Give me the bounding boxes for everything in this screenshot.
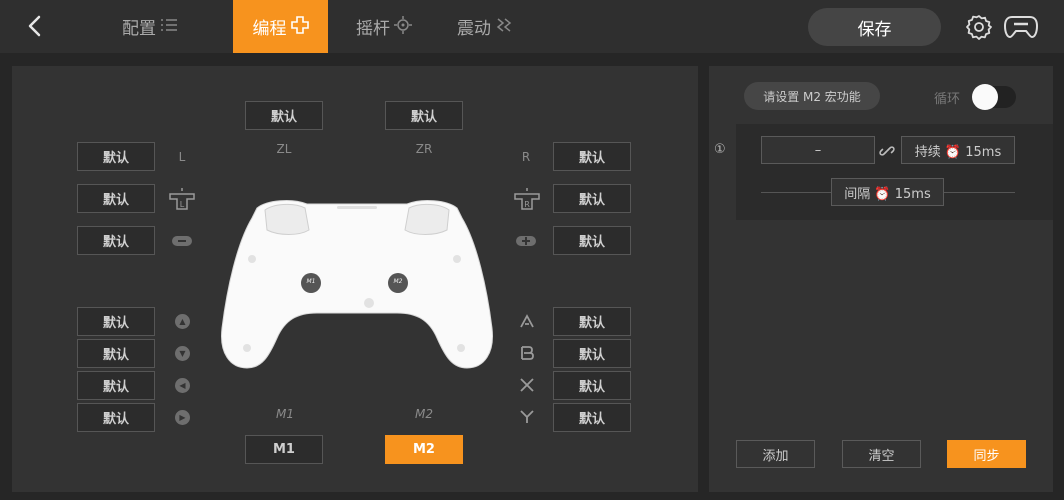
interval-button[interactable]: 间隔 ⏰ 15ms	[831, 178, 944, 206]
dpad-left-mapping-button[interactable]: 默认	[77, 371, 155, 400]
zr-label: ZR	[415, 142, 433, 156]
list-icon	[160, 18, 178, 36]
zl-label: ZL	[276, 142, 292, 156]
tab-vibration-label: 震动	[457, 19, 491, 39]
dpad-up-mapping-button[interactable]: 默认	[77, 307, 155, 336]
m2-label: M2	[415, 407, 433, 421]
plus-mapping-button[interactable]: 默认	[553, 226, 631, 255]
y-mapping-button[interactable]: 默认	[553, 403, 631, 432]
zl-mapping-button[interactable]: 默认	[245, 101, 323, 130]
vibration-icon	[495, 17, 513, 37]
svg-text:L: L	[180, 200, 185, 209]
l-mapping-button[interactable]: 默认	[77, 142, 155, 171]
l-stick-mapping-button[interactable]: 默认	[77, 184, 155, 213]
r-stick-mapping-button[interactable]: 默认	[553, 184, 631, 213]
macro-panel: 请设置 M2 宏功能 循环 ① – 持续 ⏰ 15ms 间隔 ⏰ 15ms 添加…	[709, 66, 1053, 492]
x-mapping-button[interactable]: 默认	[553, 371, 631, 400]
tab-programming[interactable]: 编程	[233, 0, 328, 53]
loop-label: 循环	[934, 92, 961, 107]
loop-toggle[interactable]	[972, 84, 1016, 110]
controller-image: M1 M2	[217, 196, 497, 376]
step-key-button[interactable]: –	[761, 136, 875, 164]
r-stick-icon: R	[512, 186, 542, 212]
clear-button[interactable]: 清空	[842, 440, 921, 468]
minus-mapping-button[interactable]: 默认	[77, 226, 155, 255]
m1-label: M1	[276, 407, 294, 421]
m1-mapping-button[interactable]: M1	[245, 435, 323, 464]
plus-icon	[516, 236, 536, 246]
dpad-down-mapping-button[interactable]: 默认	[77, 339, 155, 368]
button-mapping-panel: 默认 默认 ZL ZR 默认 默认 默认 L L 默认 默认 默认 R R 默认…	[12, 66, 698, 492]
tab-programming-label: 编程	[252, 19, 287, 39]
tab-vibration[interactable]: 震动	[435, 0, 535, 53]
top-bar: 配置 编程 摇杆 震动 保存	[0, 0, 1064, 53]
tab-config[interactable]: 配置	[100, 0, 200, 53]
dpad-right-icon: ▶	[175, 410, 190, 425]
toggle-knob	[972, 84, 998, 110]
duration-button[interactable]: 持续 ⏰ 15ms	[901, 136, 1015, 164]
svg-text:R: R	[524, 200, 530, 209]
b-button-icon	[518, 345, 536, 361]
l-label: L	[178, 150, 186, 164]
l-stick-icon: L	[167, 186, 197, 212]
x-button-icon	[518, 377, 536, 393]
tab-joystick-label: 摇杆	[356, 19, 390, 39]
r-label: R	[521, 150, 531, 164]
a-mapping-button[interactable]: 默认	[553, 307, 631, 336]
minus-icon	[172, 236, 192, 246]
crosshair-icon	[394, 15, 412, 38]
tab-joystick[interactable]: 摇杆	[334, 0, 434, 53]
dpad-left-icon: ◀	[175, 378, 190, 393]
sync-button[interactable]: 同步	[947, 440, 1026, 468]
tab-config-label: 配置	[122, 19, 156, 39]
back-icon[interactable]	[22, 12, 50, 40]
dpad-up-icon: ▲	[175, 314, 190, 329]
macro-title: 请设置 M2 宏功能	[744, 82, 880, 110]
gamepad-icon[interactable]	[1003, 12, 1039, 42]
dpad-right-mapping-button[interactable]: 默认	[77, 403, 155, 432]
m2-mapping-button[interactable]: M2	[385, 435, 463, 464]
link-icon	[879, 143, 895, 159]
controller-m2-tag: M2	[393, 278, 403, 285]
add-button[interactable]: 添加	[736, 440, 815, 468]
zr-mapping-button[interactable]: 默认	[385, 101, 463, 130]
b-mapping-button[interactable]: 默认	[553, 339, 631, 368]
settings-gear-icon[interactable]	[965, 13, 993, 41]
a-button-icon	[518, 313, 536, 329]
step-number: ①	[714, 142, 726, 157]
controller-m1-tag: M1	[306, 278, 316, 285]
save-button[interactable]: 保存	[808, 8, 941, 46]
y-button-icon	[518, 409, 536, 425]
dpad-plus-icon	[290, 15, 309, 38]
dpad-down-icon: ▼	[175, 346, 190, 361]
r-mapping-button[interactable]: 默认	[553, 142, 631, 171]
